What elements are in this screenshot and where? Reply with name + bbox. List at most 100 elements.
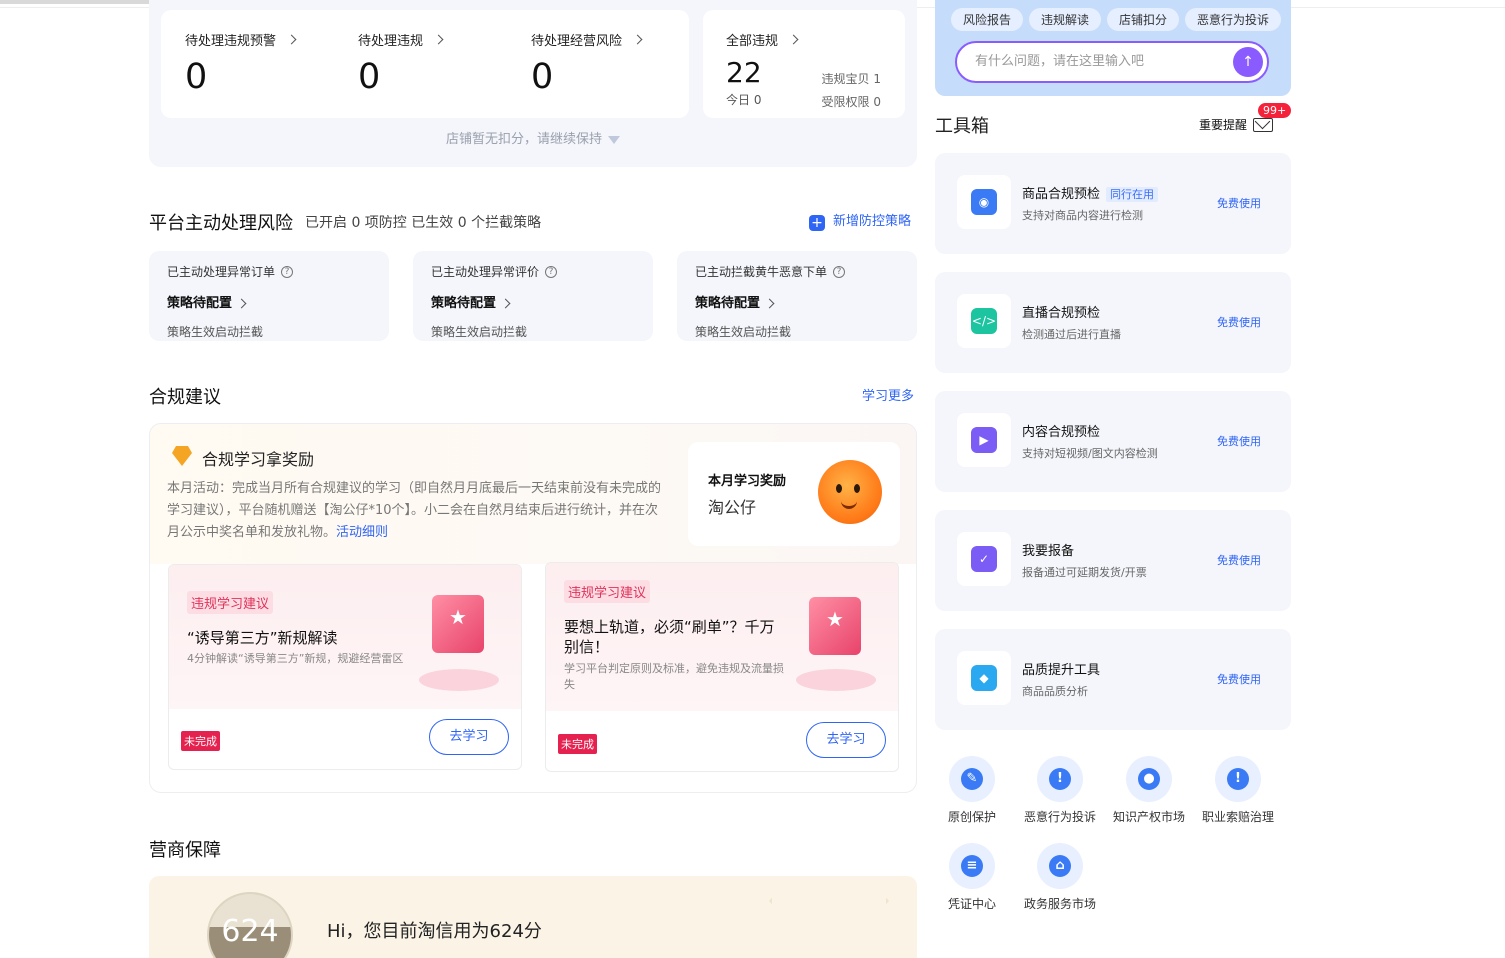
- free-use-button[interactable]: 免费使用: [1217, 314, 1261, 330]
- assistant-tab[interactable]: 店铺扣分: [1107, 8, 1180, 31]
- free-use-button[interactable]: 免费使用: [1217, 671, 1261, 687]
- tool-desc: 检测通过后进行直播: [1022, 328, 1121, 341]
- stat-pending-risk[interactable]: 待处理经营风险 0: [531, 30, 643, 97]
- help-icon[interactable]: ?: [545, 265, 558, 278]
- risk-card-review[interactable]: 已主动处理异常评价? 策略待配置 策略生效启动拦截: [413, 251, 653, 341]
- bulb-icon: ●: [1126, 756, 1172, 802]
- chevron-right-icon: [286, 34, 297, 45]
- glyph: !: [1227, 768, 1249, 790]
- tool-card[interactable]: </> 直播合规预检 检测通过后进行直播 免费使用: [935, 272, 1291, 373]
- glyph: ✎: [961, 768, 983, 790]
- tool-name: 我要报备: [1022, 544, 1075, 559]
- tool-card[interactable]: ✓ 我要报备 报备通过可延期发货/开票 免费使用: [935, 510, 1291, 611]
- quick-label: 职业索赔治理: [1201, 810, 1274, 824]
- certificate-icon: ≡: [949, 843, 995, 889]
- risk-card-title: 已主动处理异常订单: [167, 265, 276, 279]
- free-use-button[interactable]: 免费使用: [1217, 433, 1261, 449]
- chevron-right-icon: [500, 298, 511, 309]
- status-badge: 未完成: [558, 734, 597, 754]
- total-violation-box[interactable]: 全部违规 22 今日 0 违规宝贝 1 受限权限 0: [703, 10, 905, 118]
- platform-risk-subtitle: 已开启 0 项防控 已生效 0 个拦截策略: [305, 215, 542, 231]
- tool-name: 直播合规预检: [1022, 306, 1101, 321]
- chevron-right-icon: [788, 34, 799, 45]
- alert-icon: !: [1037, 756, 1083, 802]
- quick-entry[interactable]: ! 职业索赔治理: [1200, 756, 1276, 825]
- reward-title: 合规学习拿奖励: [202, 450, 315, 469]
- book-icon: [809, 597, 861, 655]
- question-input[interactable]: [975, 54, 1215, 69]
- learning-title: “诱导第三方”新规解读: [187, 629, 338, 647]
- stat-pending-warning[interactable]: 待处理违规预警 0: [185, 30, 297, 97]
- glyph: ●: [1138, 768, 1160, 790]
- learning-title: 要想上轨道，必须“刷单”？千万别信！: [564, 618, 775, 656]
- quick-label: 凭证中心: [947, 897, 996, 911]
- risk-card-foot: 策略生效启动拦截: [167, 325, 264, 339]
- tool-card[interactable]: ▶ 内容合规预检 支持对短视频/图文内容检测 免费使用: [935, 391, 1291, 492]
- stat-value: 22: [726, 56, 762, 89]
- quick-entry[interactable]: ≡ 凭证中心: [934, 843, 1010, 912]
- tool-tag: 同行在用: [1106, 187, 1159, 202]
- learning-card-cover: 违规学习建议 要想上轨道，必须“刷单”？千万别信！ 学习平台判定原则及标准，避免…: [546, 563, 898, 711]
- risk-card-title: 已主动处理异常评价: [431, 265, 540, 279]
- page-root: { "stats": { "items": [ {"label": "待处理违规…: [0, 0, 1505, 958]
- chevron-right-icon: [236, 298, 247, 309]
- shield-search-icon: ◉: [957, 175, 1011, 229]
- free-use-button[interactable]: 免费使用: [1217, 552, 1261, 568]
- book-icon: [432, 595, 484, 653]
- alert-icon: !: [1215, 756, 1261, 802]
- assistant-tab[interactable]: 恶意行为投诉: [1185, 8, 1282, 31]
- credit-text: Hi，您目前淘信用为624分: [327, 921, 542, 942]
- risk-card-foot: 策略生效启动拦截: [431, 325, 528, 339]
- quick-entry[interactable]: ● 知识产权市场: [1111, 756, 1187, 825]
- go-learn-button[interactable]: 去学习: [806, 722, 886, 758]
- compliance-title: 合规建议: [149, 387, 221, 408]
- reminder-label: 重要提醒: [1199, 118, 1248, 132]
- pending-stats-box: 待处理违规预警 0 待处理违规 0 待处理经营风险 0: [161, 10, 689, 118]
- tool-card[interactable]: ◆ 品质提升工具 商品品质分析 免费使用: [935, 629, 1291, 730]
- glyph: ⌂: [1049, 855, 1071, 877]
- tool-name: 品质提升工具: [1022, 663, 1101, 678]
- quick-label: 恶意行为投诉: [1023, 810, 1096, 824]
- activity-rules-link[interactable]: 活动细则: [336, 525, 388, 540]
- risk-card-order[interactable]: 已主动处理异常订单? 策略待配置 策略生效启动拦截: [149, 251, 389, 341]
- monthly-reward-card: 本月学习奖励 淘公仔: [688, 442, 900, 546]
- plus-icon: +: [809, 215, 825, 231]
- stat-label: 待处理违规: [358, 34, 424, 49]
- stat-label: 待处理违规预警: [185, 34, 277, 49]
- send-arrow-icon[interactable]: ↑: [1233, 47, 1263, 77]
- help-icon[interactable]: ?: [281, 265, 294, 278]
- learning-card[interactable]: 违规学习建议 “诱导第三方”新规解读 4分钟解读“诱导第三方”新规，规避经营雷区…: [168, 564, 522, 770]
- reward-desc-text: 本月活动：完成当月所有合规建议的学习（即自然月月底最后一天结束前没有未完成的学习…: [167, 481, 662, 540]
- free-use-button[interactable]: 免费使用: [1217, 195, 1261, 211]
- stat-total: 全部违规 22 今日 0: [726, 30, 799, 108]
- platform-risk-title: 平台主动处理风险: [149, 213, 293, 234]
- caret-down-icon: [608, 135, 620, 144]
- stat-label: 全部违规: [726, 34, 779, 49]
- compliance-panel: 合规学习拿奖励 本月活动：完成当月所有合规建议的学习（即自然月月底最后一天结束前…: [149, 423, 917, 793]
- tool-card[interactable]: ◉ 商品合规预检 同行在用 支持对商品内容进行检测 免费使用: [935, 153, 1291, 254]
- stat-pending-violation[interactable]: 待处理违规 0: [358, 30, 444, 97]
- tool-desc: 商品品质分析: [1022, 685, 1088, 698]
- help-icon[interactable]: ?: [833, 265, 846, 278]
- important-reminder[interactable]: 重要提醒: [1199, 116, 1274, 133]
- decorative-badge-shape: [769, 876, 889, 958]
- go-learn-button[interactable]: 去学习: [429, 719, 509, 755]
- deduction-note[interactable]: 店铺暂无扣分，请继续保持: [149, 128, 917, 147]
- quick-entry[interactable]: ! 恶意行为投诉: [1022, 756, 1098, 825]
- assistant-tab[interactable]: 违规解读: [1029, 8, 1102, 31]
- question-input-box: ↑: [955, 41, 1269, 83]
- quick-entry[interactable]: ✎ 原创保护: [934, 756, 1010, 825]
- video-icon: ▶: [957, 413, 1011, 467]
- learn-more-link[interactable]: 学习更多: [862, 385, 914, 404]
- learning-tag: 违规学习建议: [187, 591, 274, 614]
- quick-entry[interactable]: ⌂ 政务服务市场: [1022, 843, 1098, 912]
- learning-tag: 违规学习建议: [564, 580, 651, 603]
- note-text: 店铺暂无扣分，请继续保持: [445, 132, 602, 147]
- diamond-icon: ◆: [957, 651, 1011, 705]
- learning-card[interactable]: 违规学习建议 要想上轨道，必须“刷单”？千万别信！ 学习平台判定原则及标准，避免…: [545, 562, 899, 772]
- risk-card-scalper[interactable]: 已主动拦截黄牛恶意下单? 策略待配置 策略生效启动拦截: [677, 251, 917, 341]
- stat-label: 待处理经营风险: [531, 34, 623, 49]
- add-strategy-button[interactable]: + 新增防控策略: [809, 210, 911, 231]
- assistant-tab[interactable]: 风险报告: [951, 8, 1024, 31]
- glyph: !: [1049, 768, 1071, 790]
